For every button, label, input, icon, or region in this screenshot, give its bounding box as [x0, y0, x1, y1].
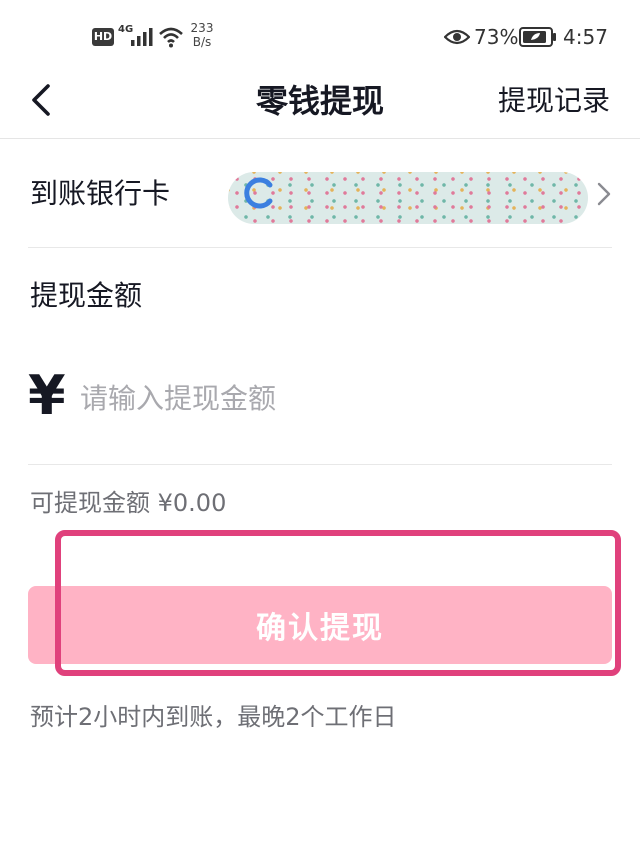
hd-icon: HD — [92, 28, 114, 46]
bank-logo-icon — [244, 177, 273, 209]
available-balance: 可提现金额 ¥0.00 — [30, 489, 227, 517]
nav-divider — [0, 138, 640, 139]
amount-input[interactable] — [76, 372, 584, 424]
bank-card-redacted[interactable] — [228, 172, 588, 224]
clock: 4:57 — [563, 25, 608, 49]
wifi-icon — [159, 27, 183, 48]
annotation-highlight-box — [55, 530, 621, 676]
status-bar: HD 4G 233 B/s 73% 4:57 — [0, 0, 640, 76]
battery-icon — [519, 27, 556, 47]
chevron-right-icon[interactable] — [596, 180, 612, 208]
eye-icon — [444, 29, 470, 45]
yen-icon: ¥ — [28, 364, 66, 427]
bank-card-label: 到账银行卡 — [30, 177, 171, 210]
signal-icon — [131, 28, 153, 46]
battery-percent: 73% — [474, 25, 519, 49]
row-divider — [28, 247, 612, 248]
speed-unit: B/s — [192, 35, 212, 49]
amount-divider — [28, 464, 612, 465]
speed-value: 233 — [190, 21, 214, 35]
network-speed: 233 B/s — [188, 21, 216, 49]
arrival-eta-note: 预计2小时内到账，最晚2个工作日 — [30, 703, 397, 731]
amount-label: 提现金额 — [30, 279, 143, 312]
withdraw-history-link[interactable]: 提现记录 — [498, 80, 610, 122]
